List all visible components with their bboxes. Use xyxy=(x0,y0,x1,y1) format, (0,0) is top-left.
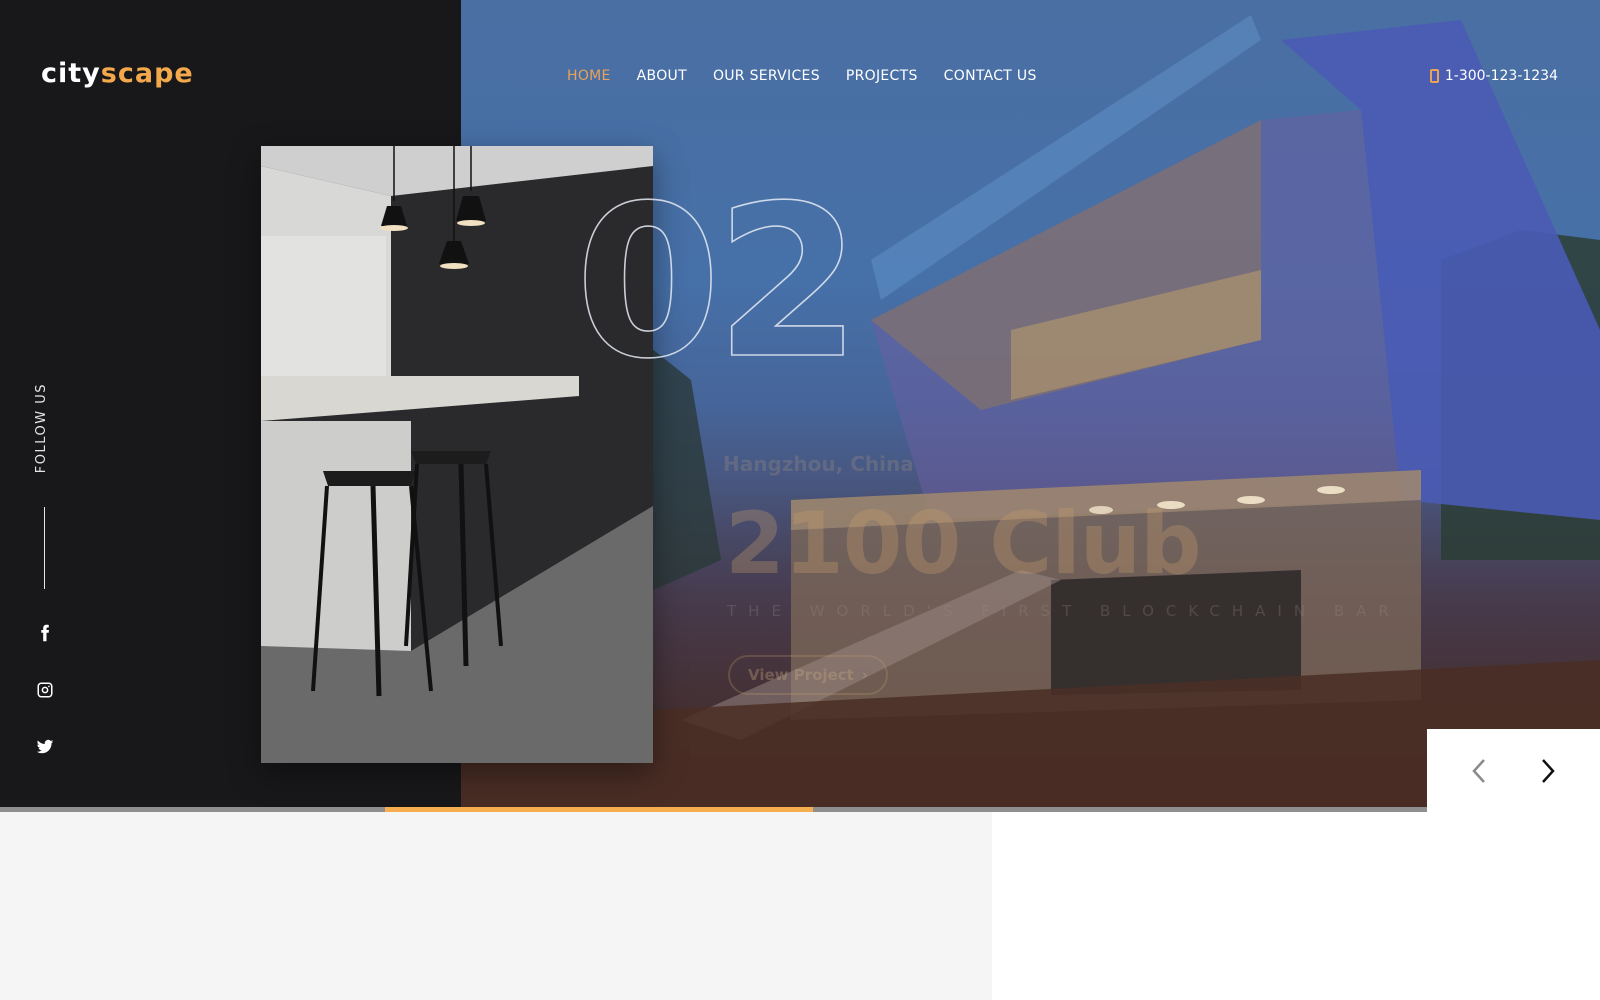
view-project-button[interactable]: View Project › xyxy=(728,655,888,695)
hero-slider: cityscape HOME ABOUT OUR SERVICES PROJEC… xyxy=(0,0,1600,808)
social-instagram-link[interactable] xyxy=(33,678,57,702)
slide-number: 02 xyxy=(574,160,862,405)
twitter-icon xyxy=(36,739,54,754)
slide-location: Hangzhou, China xyxy=(723,452,914,476)
nav-item-home[interactable]: HOME xyxy=(567,68,611,84)
nav-item-our-services[interactable]: OUR SERVICES xyxy=(713,68,820,84)
chevron-right-icon: › xyxy=(861,666,868,684)
slider-progress-track xyxy=(0,807,1427,812)
logo[interactable]: cityscape xyxy=(41,58,194,89)
nav-item-projects[interactable]: PROJECTS xyxy=(846,68,918,84)
content-section-right xyxy=(992,812,1600,1000)
nav-item-about[interactable]: ABOUT xyxy=(637,68,687,84)
social-twitter-link[interactable] xyxy=(33,735,57,759)
logo-text-city: city xyxy=(41,58,101,89)
nav-item-contact-us[interactable]: CONTACT US xyxy=(944,68,1037,84)
facebook-icon xyxy=(41,624,49,642)
follow-us-label: FOLLOW US xyxy=(34,383,49,474)
slider-progress-fill xyxy=(385,807,814,812)
page: cityscape HOME ABOUT OUR SERVICES PROJEC… xyxy=(0,0,1600,1000)
slider-next-button[interactable] xyxy=(1527,751,1567,791)
instagram-icon xyxy=(37,682,53,698)
slide-title: 2100 Club xyxy=(725,494,1202,594)
phone-contact[interactable]: 1-300-123-1234 xyxy=(1429,68,1558,84)
slide-subtitle: THE WORLD'S FIRST BLOCKCHAIN BAR xyxy=(727,602,1401,620)
slider-prev-button[interactable] xyxy=(1460,751,1500,791)
view-project-label: View Project xyxy=(747,666,854,684)
chevron-left-icon xyxy=(1472,758,1486,783)
content-section-left xyxy=(0,812,992,1000)
slider-controls xyxy=(1427,729,1600,812)
main-nav: HOME ABOUT OUR SERVICES PROJECTS CONTACT… xyxy=(567,68,1037,84)
mobile-phone-icon xyxy=(1429,69,1439,83)
social-facebook-link[interactable] xyxy=(33,621,57,645)
follow-divider xyxy=(44,507,45,589)
phone-number: 1-300-123-1234 xyxy=(1444,68,1558,84)
chevron-right-icon xyxy=(1541,758,1555,783)
logo-text-scape: scape xyxy=(100,58,194,89)
